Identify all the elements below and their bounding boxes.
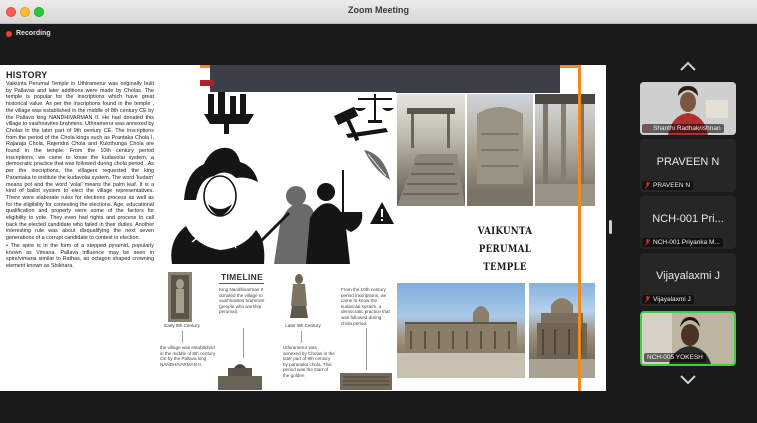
kudavolai-illustration: [156, 92, 396, 264]
split-view-handle[interactable]: [609, 220, 612, 234]
temple-photo-pillars: [535, 94, 595, 206]
history-column: HISTORY Vaikunta Perumal Temple in Uthir…: [6, 70, 154, 388]
justice-scale-icon: [354, 94, 394, 123]
timeline-10th-connector: [366, 328, 367, 370]
participant-label-4: Vijayalaxmi J: [642, 295, 694, 304]
muted-mic-icon: [645, 296, 650, 303]
timeline-king-text: King Nandhivarman II donated the village…: [219, 287, 265, 315]
history-title: HISTORY: [6, 70, 48, 80]
participant-display-name-3: NCH-001 Pri...: [652, 213, 724, 225]
recording-indicator[interactable]: Recording: [6, 30, 51, 37]
temple-photo-carving: [467, 94, 533, 206]
gavel-icon: [334, 106, 360, 142]
palm-leaf-icon: [364, 150, 390, 180]
participant-tile-4[interactable]: Vijayalaxmi J Vijayalaxmi J: [640, 253, 736, 306]
timeline-early-caption: Early 8th Century: [164, 323, 200, 328]
slide-dark-banner: [210, 65, 560, 93]
participant-tile-1[interactable]: Shanthi Radhakrishnan: [640, 82, 736, 135]
temple-photo-vimana: [529, 283, 595, 378]
window-title: Zoom Meeting: [348, 5, 409, 15]
temple-photo-steps: [397, 94, 465, 206]
recording-label: Recording: [16, 30, 51, 37]
warning-sign-icon: [370, 202, 394, 224]
protest-fists-icon: [204, 92, 254, 134]
muted-mic-icon: [645, 239, 650, 246]
participant-display-name-2: PRAVEEN N: [656, 156, 720, 168]
muted-mic-icon: [645, 182, 650, 189]
participant-name-4: Vijayalaxmi J: [653, 296, 691, 303]
participant-tile-5-active-speaker[interactable]: NCH-005 YOKESH: [640, 311, 736, 366]
temple-title: VAIKUNTA PERUMAL TEMPLE: [452, 222, 559, 276]
participants-scroll-up-icon[interactable]: [678, 60, 698, 72]
early-statue-icon: [168, 272, 192, 322]
participants-scroll-down-icon[interactable]: [678, 374, 698, 386]
king-portrait-icon: [171, 147, 265, 264]
timeline-title: TIMELINE: [221, 272, 264, 282]
history-spire-paragraph: • The spire is in the form of a stepped …: [6, 242, 154, 269]
timeline-underline: [219, 283, 264, 284]
later-statue-icon: [290, 274, 308, 318]
participant-display-name-4: Vijayalaxmi J: [656, 270, 720, 282]
participant-label-2: PRAVEEN N: [642, 181, 694, 190]
window-titlebar: Zoom Meeting: [0, 0, 757, 24]
history-paragraph: Vaikunta Perumal Temple in Uthiramerur w…: [6, 81, 154, 242]
participant-label-1: Shanthi Radhakrishnan: [642, 124, 724, 133]
muted-mic-icon: [645, 125, 650, 132]
temple-sketch-icon: [218, 364, 262, 390]
slide-red-tag: [200, 80, 214, 86]
participant-tile-3[interactable]: NCH-001 Pri... NCH-001 Priyanka M...: [640, 196, 736, 249]
participant-tile-2[interactable]: PRAVEEN N PRAVEEN N: [640, 139, 736, 192]
participant-name-3: NCH-001 Priyanka M...: [653, 239, 720, 246]
timeline-early-connector: [182, 331, 183, 343]
timeline-king-connector: [243, 328, 244, 358]
timeline-later-caption: Later 9th Century: [285, 323, 321, 328]
temple-title-line2: TEMPLE: [483, 261, 527, 273]
participant-label-5: NCH-005 YOKESH: [644, 353, 706, 362]
participant-label-3: NCH-001 Priyanka M...: [642, 238, 723, 247]
participant-name-5: NCH-005 YOKESH: [647, 354, 703, 361]
temple-title-line1: VAIKUNTA PERUMAL: [477, 225, 533, 255]
inscription-stone-icon: [340, 373, 392, 390]
recording-dot-icon: [6, 30, 12, 37]
participant-name-2: PRAVEEN N: [653, 182, 691, 189]
slide-accent-right: [578, 65, 581, 391]
participant-name-1: Shanthi Radhakrishnan: [653, 125, 721, 132]
timeline-early-text: the village was established in the middl…: [160, 345, 216, 367]
timeline-10th-text: From the 10th century period inscription…: [341, 287, 390, 326]
timeline-later-connector: [301, 331, 302, 343]
temple-photo-exterior: [397, 283, 525, 378]
timeline-later-text: Uthiramerur was annexed by Cholas in the…: [283, 345, 335, 378]
warriors-illustration-icon: [258, 170, 350, 264]
